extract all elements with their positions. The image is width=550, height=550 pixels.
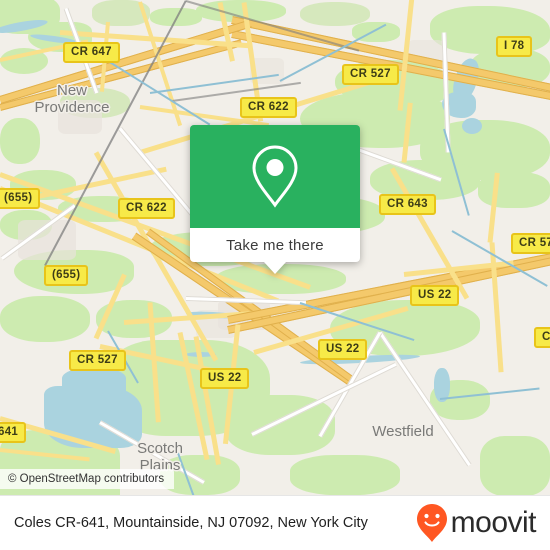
map-attribution[interactable]: © OpenStreetMap contributors bbox=[0, 469, 175, 489]
bottom-info-bar: Coles CR-641, Mountainside, NJ 07092, Ne… bbox=[0, 495, 550, 550]
road-shield-us-22: US 22 bbox=[410, 285, 460, 306]
address-text: Coles CR-641, Mountainside, NJ 07092, Ne… bbox=[14, 515, 368, 531]
road-shield-i-78: I 78 bbox=[496, 36, 533, 57]
road-shield-us-22: US 22 bbox=[200, 368, 250, 389]
road-shield-cr-622: CR 622 bbox=[240, 97, 297, 118]
road-shield-655: (655) bbox=[44, 265, 89, 286]
map-pin-icon bbox=[252, 144, 298, 208]
road-shield-cr-527: CR 527 bbox=[69, 350, 126, 371]
road-shield-655: (655) bbox=[0, 188, 41, 209]
take-me-there-button[interactable]: Take me there bbox=[190, 228, 360, 274]
road-shield-cr-622: CR 622 bbox=[118, 198, 175, 219]
road-shield-cr-527: CR 527 bbox=[342, 64, 399, 85]
road-shield-cr-577: CR 577 bbox=[511, 233, 550, 254]
road-shield-cr-643: CR 643 bbox=[379, 194, 436, 215]
road-shield-cr-647: CR 647 bbox=[63, 42, 120, 63]
callout-pointer-tail bbox=[264, 262, 286, 274]
callout-image-panel bbox=[190, 125, 360, 228]
moovit-logo[interactable]: moovit bbox=[415, 503, 537, 543]
take-me-there-label: Take me there bbox=[226, 236, 324, 254]
moovit-wordmark: moovit bbox=[450, 506, 537, 539]
map-canvas[interactable]: New Providence Scotch Plains Westfield C… bbox=[0, 0, 550, 495]
location-callout-card[interactable]: Take me there bbox=[190, 125, 360, 274]
moovit-pin-icon bbox=[416, 504, 447, 542]
road-shield-641: 641 bbox=[0, 422, 27, 443]
road-shield-clipped-c: C bbox=[534, 327, 550, 348]
moovit-map-screen: New Providence Scotch Plains Westfield C… bbox=[0, 0, 550, 550]
road-shield-us-22: US 22 bbox=[318, 339, 368, 360]
